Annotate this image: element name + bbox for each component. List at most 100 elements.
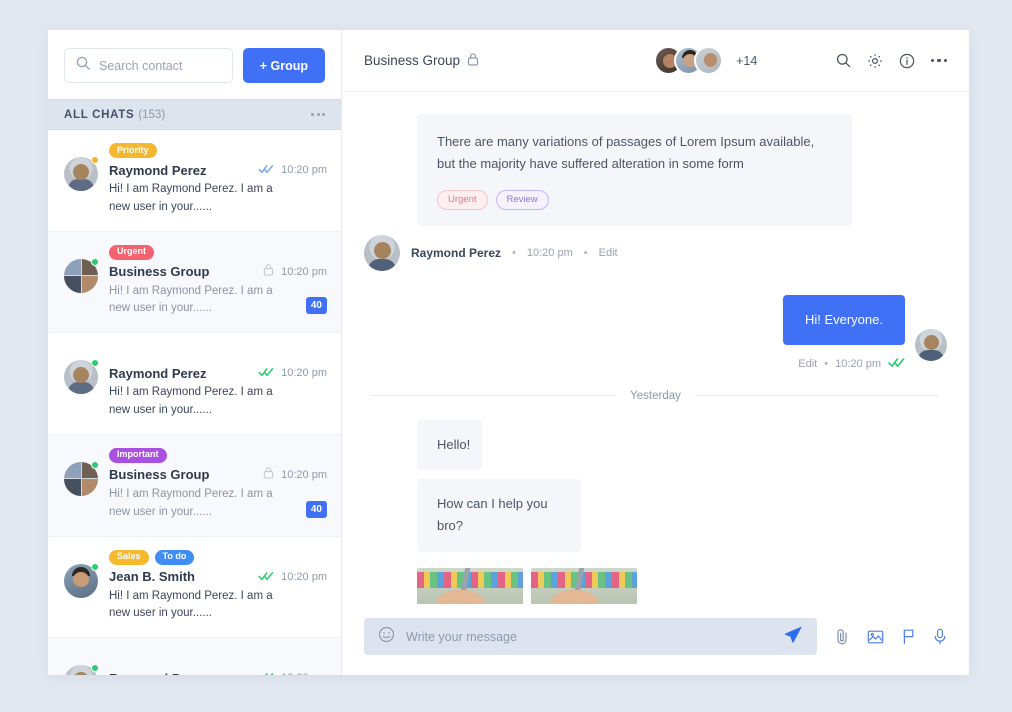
image-attachment[interactable]: free_image_1.jpg bbox=[531, 568, 637, 604]
chat-main-panel: Business Group +14 bbox=[342, 30, 969, 675]
chat-list-item[interactable]: Priority Raymond Perez10:20 pm Hi! I am Ra… bbox=[48, 130, 341, 232]
message-tag-review[interactable]: Review bbox=[496, 190, 549, 210]
gear-icon[interactable] bbox=[867, 53, 883, 69]
extra-members-count[interactable]: +14 bbox=[736, 54, 757, 68]
chat-item-content: Sales To do Jean B. Smith 10:20 pm Hi! I am … bbox=[109, 550, 327, 624]
all-chats-header: ALL CHATS (153) bbox=[48, 99, 341, 130]
more-horizontal-icon[interactable] bbox=[311, 113, 325, 116]
chat-item-meta: 10:20 pm bbox=[258, 669, 327, 675]
double-check-icon bbox=[258, 161, 274, 179]
divider-line bbox=[372, 395, 616, 396]
attachment-icon[interactable] bbox=[835, 628, 850, 645]
message-scroll-area[interactable]: There are many variations of passages of… bbox=[342, 92, 969, 604]
chat-snippet: Hi! I am Raymond Perez. I am a new user … bbox=[109, 588, 284, 624]
double-check-icon bbox=[258, 568, 274, 586]
chat-tags: Sales To do bbox=[109, 550, 327, 565]
message-author: Raymond Perez bbox=[411, 246, 501, 260]
header-actions bbox=[836, 53, 948, 69]
avatar[interactable] bbox=[364, 235, 400, 271]
chat-item-meta: 10:20 pm bbox=[258, 364, 327, 382]
chat-tags: Important bbox=[109, 448, 327, 463]
message-bubble: How can I help you bro? bbox=[417, 479, 581, 552]
chat-list-item[interactable]: Raymond Perez10:20 pmHi! I am Raymond Pe… bbox=[48, 333, 341, 435]
more-horizontal-icon[interactable] bbox=[931, 59, 948, 63]
search-contact-box[interactable] bbox=[64, 48, 233, 83]
image-decor bbox=[531, 572, 637, 588]
presence-indicator bbox=[91, 156, 99, 164]
message-tag-urgent[interactable]: Urgent bbox=[437, 190, 488, 210]
image-icon[interactable] bbox=[867, 629, 884, 645]
chat-title-row: Raymond Perez10:20 pm bbox=[109, 364, 327, 382]
message-input[interactable] bbox=[406, 630, 773, 644]
image-attachment[interactable]: free_image_1.jpg bbox=[417, 568, 523, 604]
chat-list[interactable]: PriorityRaymond Perez10:20 pmHi! I am Ra… bbox=[48, 130, 341, 675]
chat-item-meta: 10:20 pm bbox=[258, 568, 327, 586]
search-input[interactable] bbox=[99, 59, 221, 73]
chat-title-row: Raymond Perez10:20 pm bbox=[109, 161, 327, 179]
message-time: 10:20 pm bbox=[527, 247, 573, 259]
lock-icon bbox=[263, 466, 274, 484]
composer-actions bbox=[835, 628, 947, 645]
search-icon[interactable] bbox=[836, 53, 851, 68]
search-icon bbox=[76, 56, 90, 75]
send-icon[interactable] bbox=[784, 625, 803, 649]
edit-message-link[interactable]: Edit bbox=[599, 247, 618, 259]
conversation-title-group: Business Group bbox=[364, 52, 479, 69]
sidebar-toolbar: + Group bbox=[48, 30, 341, 99]
chat-tags bbox=[109, 346, 327, 361]
chat-tag[interactable]: Urgent bbox=[109, 245, 154, 260]
double-check-icon bbox=[258, 669, 274, 675]
image-decor bbox=[435, 590, 487, 604]
chat-title-row: Business Group10:20 pm bbox=[109, 263, 327, 281]
avatar[interactable] bbox=[694, 46, 723, 75]
message-input-wrapper[interactable] bbox=[364, 618, 817, 655]
edit-message-link[interactable]: Edit bbox=[798, 358, 817, 370]
chat-list-item[interactable]: Important Business Group 10:20 pm Hi! I am … bbox=[48, 435, 341, 537]
chat-item-meta: 10:20 pm bbox=[263, 466, 327, 484]
chat-item-content: Priority Raymond Perez10:20 pm Hi! I am Ra… bbox=[109, 143, 327, 217]
add-group-button[interactable]: + Group bbox=[243, 48, 325, 83]
chat-title-row: Business Group 10:20 pm bbox=[109, 466, 327, 484]
microphone-icon[interactable] bbox=[933, 628, 947, 645]
chat-title-row: Jean B. Smith 10:20 pm bbox=[109, 568, 327, 586]
message-bubble: Hi! Everyone. bbox=[783, 295, 905, 345]
all-chats-label: ALL CHATS (153) bbox=[64, 109, 165, 121]
image-attachment-row: free_image_1.jpg free_image_1.jpg bbox=[417, 568, 947, 604]
chat-timestamp: 10:20 pm bbox=[281, 266, 327, 278]
presence-indicator bbox=[91, 461, 99, 469]
all-chats-title: ALL CHATS bbox=[64, 109, 134, 121]
chat-sidebar: + Group ALL CHATS (153) Priority Raymond … bbox=[48, 30, 342, 675]
chat-tag[interactable]: Sales bbox=[109, 550, 149, 565]
info-icon[interactable] bbox=[899, 53, 915, 69]
double-check-icon bbox=[258, 364, 274, 382]
smiley-icon[interactable] bbox=[378, 626, 395, 648]
separator: • bbox=[584, 247, 588, 259]
avatar-stack[interactable] bbox=[654, 46, 723, 75]
message-incoming: Hello! bbox=[364, 420, 947, 470]
unread-badge: 40 bbox=[306, 297, 327, 314]
chat-item-content: UrgentBusiness Group10:20 pmHi! I am Ray… bbox=[109, 245, 327, 319]
chat-list-item[interactable]: Sales To do Jean B. Smith 10:20 pm Hi! I am … bbox=[48, 537, 341, 639]
chat-list-item[interactable]: UrgentBusiness Group10:20 pmHi! I am Ray… bbox=[48, 232, 341, 334]
presence-indicator bbox=[91, 359, 99, 367]
message-text: There are many variations of passages of… bbox=[437, 134, 814, 171]
chat-contact-name: Jean B. Smith bbox=[109, 569, 195, 584]
chat-tag[interactable]: Important bbox=[109, 448, 167, 463]
chat-tag[interactable]: Priority bbox=[109, 143, 157, 158]
chat-item-meta: 10:20 pm bbox=[258, 161, 327, 179]
chat-list-item[interactable]: Raymond Perez10:20 pmHi! I am Raymond Pe… bbox=[48, 638, 341, 675]
avatar[interactable] bbox=[915, 329, 947, 361]
chat-contact-name: Business Group bbox=[109, 467, 209, 482]
member-avatars-group[interactable]: +14 bbox=[654, 46, 757, 75]
chat-snippet: Hi! I am Raymond Perez. I am a new user … bbox=[109, 486, 284, 522]
day-divider: Yesterday bbox=[372, 390, 939, 402]
flag-icon[interactable] bbox=[901, 628, 916, 645]
chat-item-content: Important Business Group 10:20 pm Hi! I am … bbox=[109, 448, 327, 522]
chat-tags: Priority bbox=[109, 143, 327, 158]
avatar-wrapper bbox=[64, 245, 98, 319]
avatar-wrapper bbox=[64, 448, 98, 522]
chat-snippet: Hi! I am Raymond Perez. I am a new user … bbox=[109, 181, 284, 217]
presence-indicator bbox=[91, 258, 99, 266]
chat-tag[interactable]: To do bbox=[155, 550, 195, 565]
avatar-wrapper bbox=[64, 143, 98, 217]
